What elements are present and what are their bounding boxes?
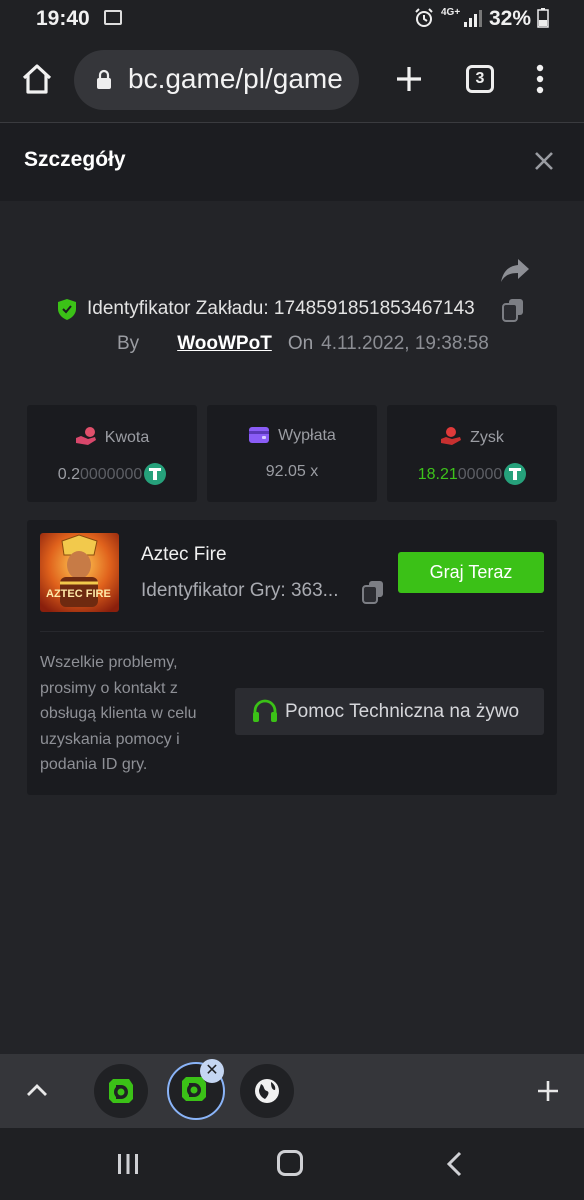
new-tab-icon[interactable] bbox=[392, 62, 426, 96]
bet-id: Identyfikator Zakładu: 17485918518534671… bbox=[87, 298, 475, 319]
game-name[interactable]: Aztec Fire bbox=[141, 544, 227, 566]
bcgame-logo-icon bbox=[109, 1079, 133, 1103]
play-now-button[interactable]: Graj Teraz bbox=[398, 552, 544, 593]
stat-card-amount: Kwota 0.20000000 bbox=[27, 405, 197, 502]
bet-date: 4.11.2022, 19:38:58 bbox=[321, 333, 489, 354]
on-label: On bbox=[287, 333, 314, 354]
thumbnail-title: AZTEC FIRE bbox=[46, 588, 111, 600]
tab-website[interactable] bbox=[240, 1064, 294, 1118]
stat-card-profit: Zysk 18.2100000 bbox=[387, 405, 557, 502]
lock-icon bbox=[97, 69, 111, 89]
payout-value: 92.05 x bbox=[265, 463, 319, 480]
copy-icon[interactable] bbox=[362, 580, 384, 604]
alarm-icon bbox=[415, 8, 433, 27]
profit-label: Zysk bbox=[470, 429, 504, 446]
usdt-icon bbox=[504, 463, 527, 485]
gallery-notification-icon bbox=[104, 10, 122, 25]
copy-icon[interactable] bbox=[502, 298, 524, 322]
wallet-icon bbox=[249, 427, 270, 443]
close-tab-icon[interactable]: ✕ bbox=[200, 1059, 224, 1083]
amount-value: 0.20000000 bbox=[27, 463, 197, 485]
help-text: Wszelkie problemy, prosimy o kontakt z o… bbox=[40, 654, 197, 773]
add-tab-icon[interactable] bbox=[536, 1079, 560, 1103]
stat-card-payout: Wypłata 92.05 x bbox=[207, 405, 377, 502]
battery-percent: 32% bbox=[489, 7, 532, 30]
network-type: 4G+ bbox=[441, 7, 461, 18]
hand-coin-icon bbox=[75, 427, 96, 445]
headphones-icon bbox=[253, 699, 277, 722]
signal-icon bbox=[464, 10, 482, 27]
globe-icon bbox=[255, 1079, 279, 1103]
overflow-menu-icon[interactable] bbox=[530, 62, 550, 96]
page-title: Szczegóły bbox=[24, 148, 126, 171]
amount-label: Kwota bbox=[104, 429, 150, 446]
bet-meta: By WooWPoT On 4.11.2022, 19:38:58 bbox=[117, 333, 489, 355]
game-thumbnail[interactable]: AZTEC FIRE bbox=[40, 533, 119, 612]
profit-hand-icon bbox=[441, 427, 462, 445]
divider bbox=[40, 631, 544, 632]
support-label: Pomoc Techniczna na żywo bbox=[285, 701, 520, 722]
close-icon[interactable] bbox=[532, 149, 556, 173]
by-label: By bbox=[117, 333, 140, 354]
back-icon[interactable] bbox=[446, 1151, 462, 1177]
home-icon[interactable] bbox=[20, 62, 54, 96]
game-id: Identyfikator Gry: 363... bbox=[141, 580, 339, 601]
tab-switcher-button[interactable]: 3 bbox=[466, 65, 494, 93]
username-link[interactable]: WooWPoT bbox=[177, 333, 272, 354]
url-text[interactable]: bc.game/pl/game bbox=[128, 63, 350, 95]
recent-apps-icon[interactable] bbox=[116, 1152, 140, 1176]
share-icon[interactable] bbox=[500, 256, 530, 284]
battery-icon bbox=[537, 8, 549, 28]
home-nav-icon[interactable] bbox=[277, 1150, 303, 1176]
chevron-up-icon[interactable] bbox=[26, 1082, 48, 1098]
live-support-button[interactable]: Pomoc Techniczna na żywo bbox=[235, 688, 544, 735]
usdt-icon bbox=[144, 463, 167, 485]
status-time: 19:40 bbox=[36, 7, 90, 30]
profit-value: 18.2100000 bbox=[387, 463, 557, 485]
verified-shield-icon bbox=[58, 299, 76, 320]
payout-label: Wypłata bbox=[278, 427, 336, 444]
tab-bcgame-1[interactable] bbox=[94, 1064, 148, 1118]
